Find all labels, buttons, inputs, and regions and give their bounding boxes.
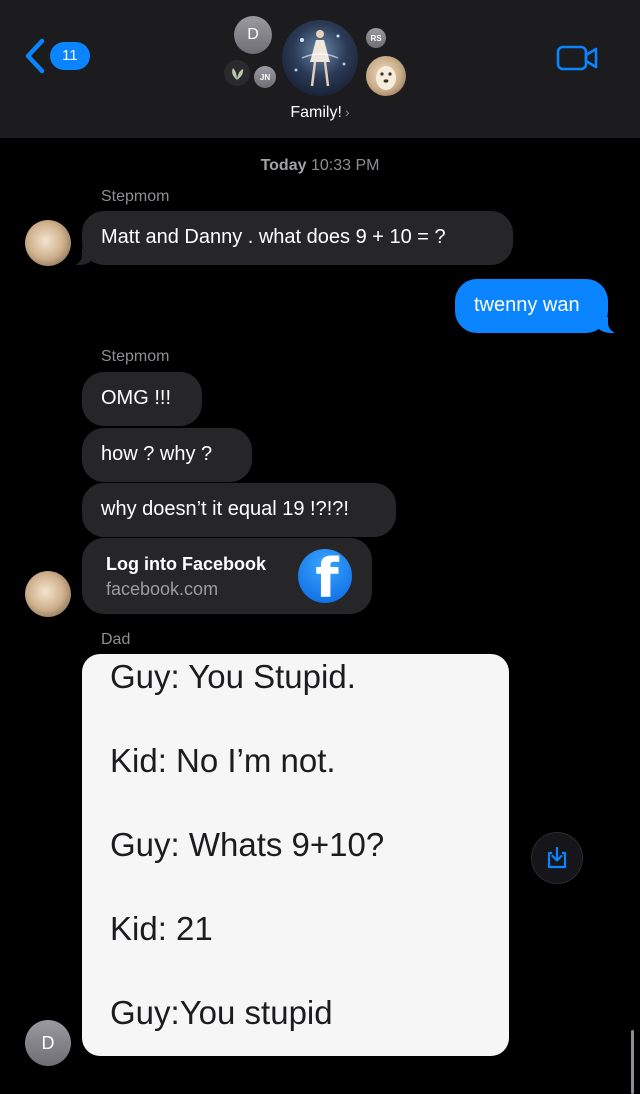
avatar [224, 60, 250, 86]
sender-name: Dad [101, 631, 131, 648]
performer-photo-icon [294, 30, 346, 87]
avatar: D [234, 16, 272, 54]
sender-name: Stepmom [101, 348, 170, 365]
sender-name: Stepmom [101, 188, 170, 205]
save-image-button[interactable] [531, 832, 583, 884]
conversation-header: 11 D RS JN Family! › [0, 0, 640, 138]
link-preview-facebook[interactable]: Log into Facebook facebook.com f [82, 538, 372, 614]
sent-message-bubble[interactable]: twenny wan [455, 279, 618, 333]
stepmom-avatar[interactable] [25, 571, 71, 617]
message-bubble[interactable]: Matt and Danny . what does 9 + 10 = ? [72, 211, 513, 265]
message-timestamp: Today 10:33 PM [260, 157, 380, 174]
group-name[interactable]: Family! › [0, 104, 640, 122]
unread-count-badge: 11 [50, 42, 90, 70]
dog-icon [376, 66, 396, 90]
chevron-right-icon: › [344, 104, 350, 120]
back-button[interactable]: 11 [24, 38, 90, 74]
image-message[interactable]: Guy: You Stupid. Kid: No I’m not. Guy: W… [82, 654, 509, 1056]
message-bubble[interactable]: why doesn’t it equal 19 !?!?! [82, 483, 396, 537]
scrollbar[interactable] [631, 1030, 634, 1094]
image-text-line: Guy: You Stupid. [110, 658, 356, 695]
image-text-line: Kid: 21 [110, 910, 213, 947]
avatar: RS [366, 28, 386, 48]
message-bubble[interactable]: OMG !!! [82, 372, 202, 426]
stepmom-avatar[interactable] [25, 220, 71, 266]
plant-icon [232, 68, 244, 80]
image-text-line: Guy: Whats 9+10? [110, 826, 385, 863]
group-photo-avatar [282, 20, 358, 96]
dog-avatar [366, 56, 406, 96]
video-camera-icon [556, 45, 598, 71]
group-avatars[interactable]: D RS JN [222, 14, 422, 104]
chevron-left-icon [25, 38, 45, 74]
dad-avatar[interactable]: D [25, 1020, 71, 1066]
facetime-video-button[interactable] [556, 44, 600, 72]
facebook-logo-icon: f [298, 549, 352, 603]
image-text-line: Kid: No I’m not. [110, 742, 336, 779]
image-text-line: Guy:You stupid [110, 994, 333, 1031]
save-image-icon [547, 846, 567, 869]
avatar: JN [254, 66, 276, 88]
message-bubble[interactable]: how ? why ? [82, 428, 252, 482]
